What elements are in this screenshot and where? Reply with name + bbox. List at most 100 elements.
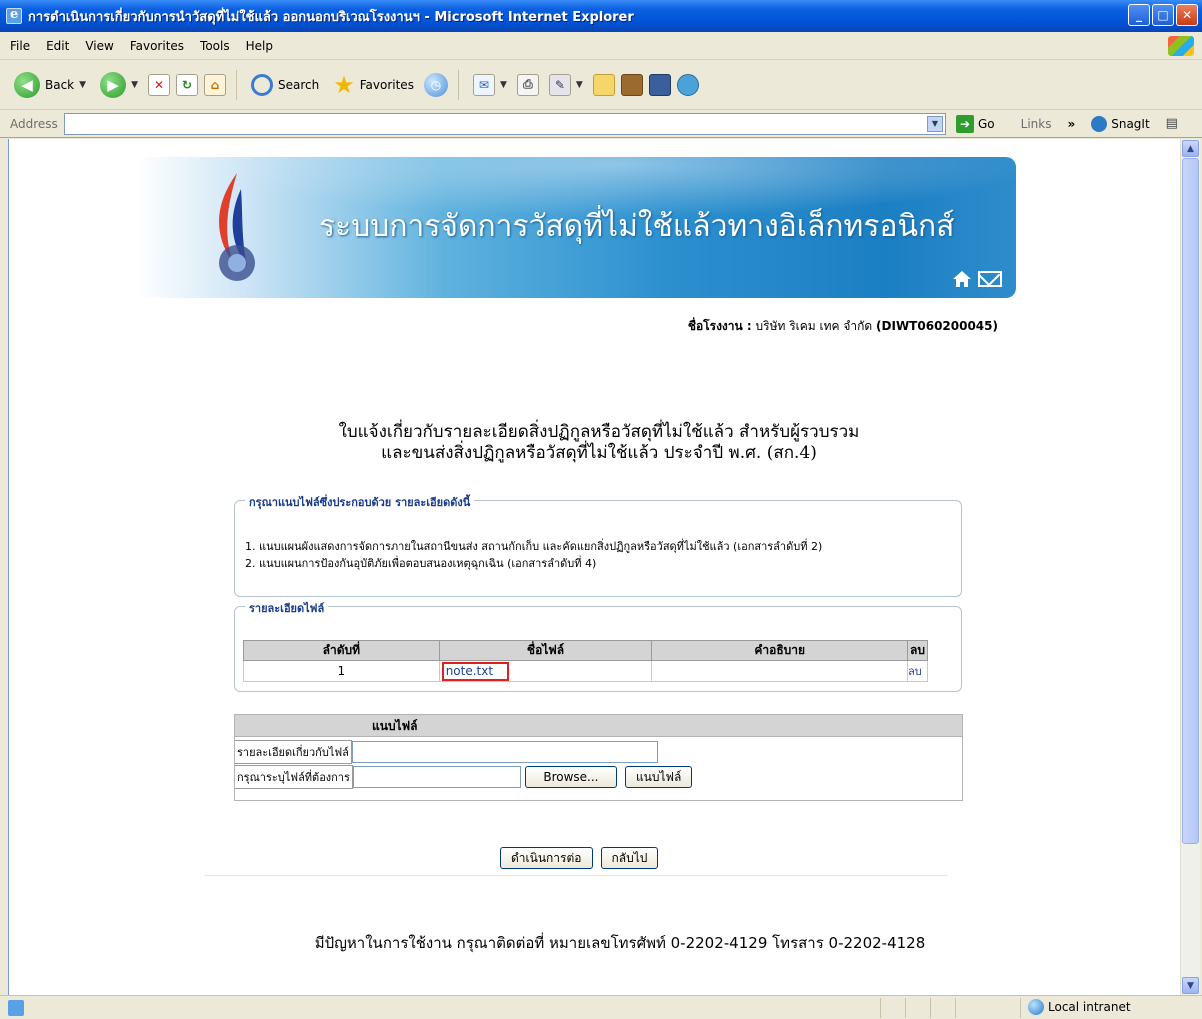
file-description-input[interactable] [351, 741, 658, 763]
address-bar: Address ▼ ➔ Go Links » SnagIt ▤ [0, 110, 1202, 138]
file-path-label: กรุณาระบุไฟล์ที่ต้องการ [235, 765, 353, 789]
mail-dropdown-icon[interactable]: ▼ [500, 80, 507, 90]
menu-view[interactable]: View [85, 39, 113, 53]
back-arrow-icon: ◀ [14, 71, 40, 98]
page-content: ระบบการจัดการวัสดุที่ไม่ใช้แล้วทางอิเล็ก… [8, 139, 1180, 995]
factory-info: ชื่อโรงงาน : บริษัท ริเคม เทค จำกัด (DIW… [688, 317, 998, 336]
window-title: การดำเนินการเกี่ยวกับการนำวัสดุที่ไม่ใช้… [28, 9, 634, 25]
table-row: 1 note.txt ลบ [243, 660, 929, 682]
factory-code: (DIWT060200045) [876, 319, 998, 333]
column-header-index: ลำดับที่ [243, 640, 440, 661]
status-divider [880, 998, 881, 1018]
back-button[interactable]: ◀ Back ▼ [10, 70, 90, 100]
minimize-button[interactable]: _ [1128, 4, 1150, 26]
factory-name: บริษัท ริเคม เทค จำกัด [751, 319, 877, 333]
star-icon: ★ [333, 70, 355, 99]
status-divider [905, 998, 906, 1018]
ministry-logo [219, 173, 255, 281]
column-header-description: คำอธิบาย [651, 640, 908, 661]
back-dropdown-icon[interactable]: ▼ [79, 80, 86, 90]
search-label: Search [277, 77, 320, 92]
favorites-button[interactable]: ★ Favorites [329, 72, 418, 98]
scroll-thumb[interactable] [1182, 158, 1199, 844]
menu-favorites[interactable]: Favorites [130, 39, 184, 53]
file-details: รายละเอียดไฟล์ ลำดับที่ ชื่อไฟล์ คำอธิบา… [234, 599, 962, 692]
toolbar-separator [235, 69, 237, 100]
continue-button[interactable]: ดำเนินการต่อ [500, 847, 593, 869]
search-icon [250, 73, 273, 96]
status-bar: Local intranet [0, 995, 1202, 1019]
title-bar: การดำเนินการเกี่ยวกับการนำวัสดุที่ไม่ใช้… [0, 0, 1202, 32]
file-details-legend: รายละเอียดไฟล์ [245, 599, 329, 617]
status-divider [930, 998, 931, 1018]
forward-dropdown-icon[interactable]: ▼ [131, 80, 138, 90]
research-icon[interactable] [620, 73, 643, 96]
file-path-input[interactable] [352, 766, 521, 788]
banner-title: ระบบการจัดการวัสดุที่ไม่ใช้แล้วทางอิเล็ก… [319, 209, 955, 244]
mail-icon: ✉ [472, 73, 495, 96]
stop-icon[interactable]: ✕ [147, 73, 170, 96]
edit-dropdown-icon[interactable]: ▼ [576, 80, 583, 90]
factory-label: ชื่อโรงงาน : [687, 319, 752, 333]
people-icon[interactable] [676, 73, 699, 96]
messenger-icon[interactable] [648, 73, 671, 96]
attach-file-header: แนบไฟล์ [235, 715, 962, 737]
menu-tools[interactable]: Tools [200, 39, 230, 53]
scroll-down-icon[interactable]: ▼ [1182, 977, 1199, 994]
forward-button[interactable]: ▶ ▼ [96, 70, 142, 100]
home-icon[interactable] [952, 270, 972, 288]
divider [204, 875, 948, 876]
refresh-icon[interactable]: ↻ [175, 73, 198, 96]
requirement-item: 1. แนบแผนผังแสดงการจัดการภายในสถานีขนส่ง… [245, 540, 823, 553]
row-index: 1 [243, 660, 440, 682]
menu-help[interactable]: Help [246, 39, 273, 53]
status-divider [955, 998, 956, 1018]
delete-link[interactable]: ลบ [908, 665, 922, 678]
requirement-item: 2. แนบแผนการป้องกันอุบัติภัยเพื่อตอบสนอง… [245, 557, 597, 570]
attachment-requirements-legend: กรุณาแนบไฟล์ซึ่งประกอบด้วย รายละเอียดดัง… [245, 493, 475, 511]
go-arrow-icon: ➔ [956, 114, 974, 133]
folder-icon[interactable] [592, 73, 615, 96]
zone-label: Local intranet [1048, 1000, 1131, 1014]
back-label: Back [45, 77, 75, 92]
file-description-label: รายละเอียดเกี่ยวกับไฟล์ [235, 740, 352, 764]
vertical-scrollbar[interactable]: ▲ ▼ [1180, 139, 1200, 995]
history-icon[interactable]: ◷ [423, 72, 448, 97]
site-banner: ระบบการจัดการวัสดุที่ไม่ใช้แล้วทางอิเล็ก… [137, 157, 1016, 298]
attachment-requirements: กรุณาแนบไฟล์ซึ่งประกอบด้วย รายละเอียดดัง… [234, 493, 962, 597]
links-button[interactable]: Links [1021, 117, 1052, 131]
snagit-button[interactable]: SnagIt [1091, 115, 1150, 132]
mail-button[interactable]: ✉ ▼ [469, 72, 511, 98]
print-icon[interactable]: ⎙ [516, 73, 539, 96]
page-title-line2: และขนส่งสิ่งปฏิกูลหรือวัสดุที่ไม่ใช้แล้ว… [381, 443, 817, 463]
search-button[interactable]: Search [247, 72, 323, 98]
close-button[interactable]: ✕ [1176, 4, 1198, 26]
page-title-line1: ใบแจ้งเกี่ยวกับรายละเอียดสิ่งปฏิกูลหรือว… [338, 422, 860, 442]
links-chevron-icon[interactable]: » [1067, 117, 1075, 131]
page-title: ใบแจ้งเกี่ยวกับรายละเอียดสิ่งปฏิกูลหรือว… [209, 422, 989, 464]
mail-icon[interactable] [978, 271, 1002, 287]
scroll-up-icon[interactable]: ▲ [1182, 140, 1199, 157]
address-label: Address [10, 116, 58, 131]
browse-button[interactable]: Browse... [524, 766, 617, 788]
maximize-button[interactable]: □ [1152, 4, 1174, 26]
back-page-button[interactable]: กลับไป [600, 847, 659, 869]
row-delete-cell: ลบ [906, 660, 929, 682]
snagit-options-icon[interactable]: ▤ [1166, 116, 1178, 131]
file-link[interactable]: note.txt [441, 661, 510, 681]
attach-file-button[interactable]: แนบไฟล์ [624, 766, 693, 788]
globe-icon [1028, 999, 1044, 1015]
snagit-icon [1091, 115, 1108, 132]
address-input[interactable]: ▼ [64, 112, 946, 135]
forward-arrow-icon: ▶ [100, 71, 127, 98]
edit-button[interactable]: ✎ ▼ [545, 72, 587, 98]
menu-edit[interactable]: Edit [46, 39, 69, 53]
table-header-row: ลำดับที่ ชื่อไฟล์ คำอธิบาย ลบ [243, 640, 929, 661]
home-icon[interactable]: ⌂ [203, 73, 226, 96]
security-zone: Local intranet [1028, 999, 1131, 1015]
go-button[interactable]: ➔ Go [956, 114, 995, 133]
page-icon [8, 999, 24, 1016]
address-dropdown-icon[interactable]: ▼ [927, 115, 943, 132]
menu-file[interactable]: File [10, 39, 30, 53]
edit-icon: ✎ [548, 73, 571, 96]
